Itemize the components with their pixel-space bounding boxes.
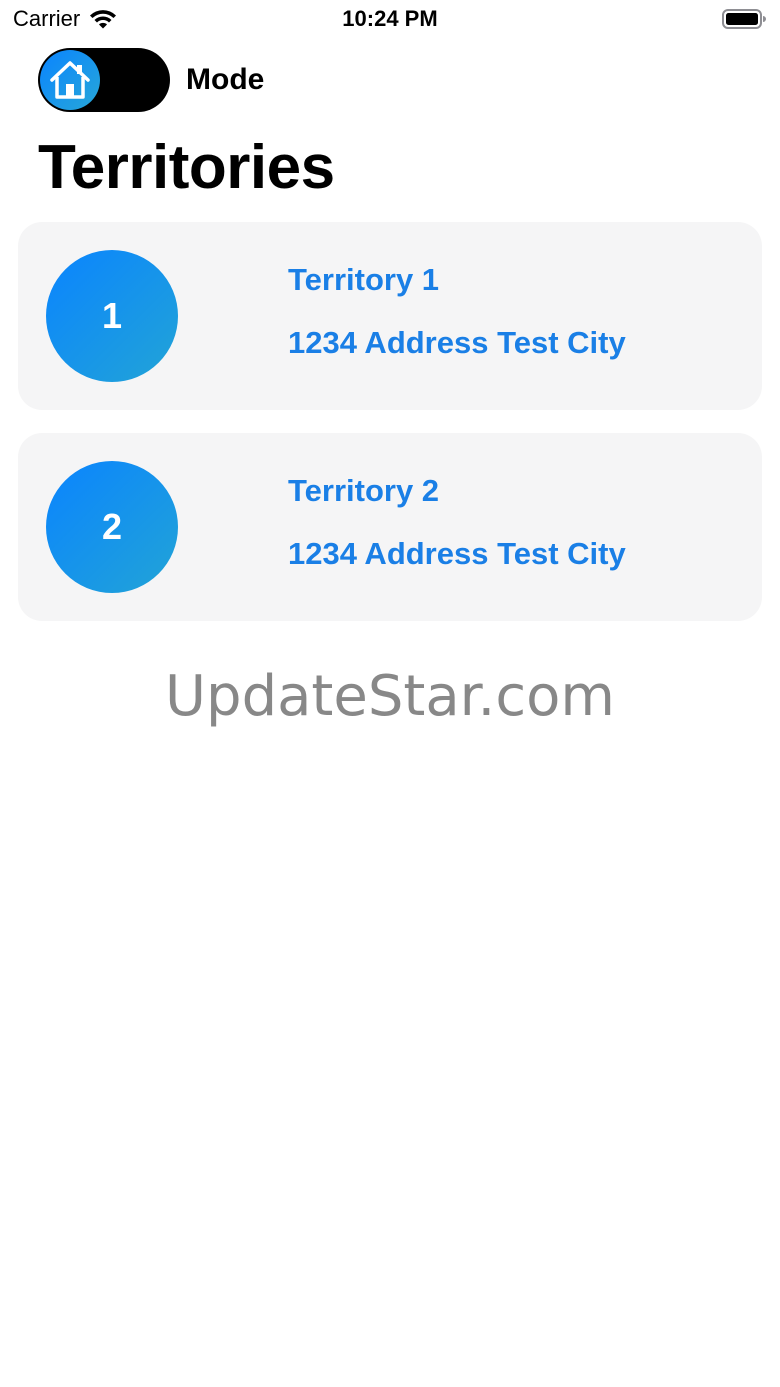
- territory-card[interactable]: 1 Territory 1 1234 Address Test City: [18, 222, 762, 410]
- mode-row: Mode: [38, 48, 264, 112]
- mode-label: Mode: [186, 63, 265, 96]
- page-title: Territories: [38, 133, 335, 202]
- territory-number-badge: 1: [46, 250, 178, 382]
- house-icon: [50, 61, 90, 99]
- territory-list: 1 Territory 1 1234 Address Test City 2 T…: [18, 222, 762, 644]
- territory-address: 1234 Address Test City: [288, 325, 626, 360]
- territory-name: Territory 2: [288, 473, 440, 508]
- territory-card[interactable]: 2 Territory 2 1234 Address Test City: [18, 433, 762, 621]
- battery-icon: [722, 9, 766, 29]
- status-bar: Carrier 10:24 PM: [0, 0, 780, 40]
- territory-address: 1234 Address Test City: [288, 536, 626, 571]
- clock: 10:24 PM: [342, 6, 438, 31]
- territory-name: Territory 1: [288, 262, 440, 297]
- toggle-knob[interactable]: [40, 50, 100, 110]
- territory-number-badge: 2: [46, 461, 178, 593]
- watermark: UpdateStar.com: [165, 664, 615, 729]
- mode-toggle[interactable]: [38, 48, 170, 112]
